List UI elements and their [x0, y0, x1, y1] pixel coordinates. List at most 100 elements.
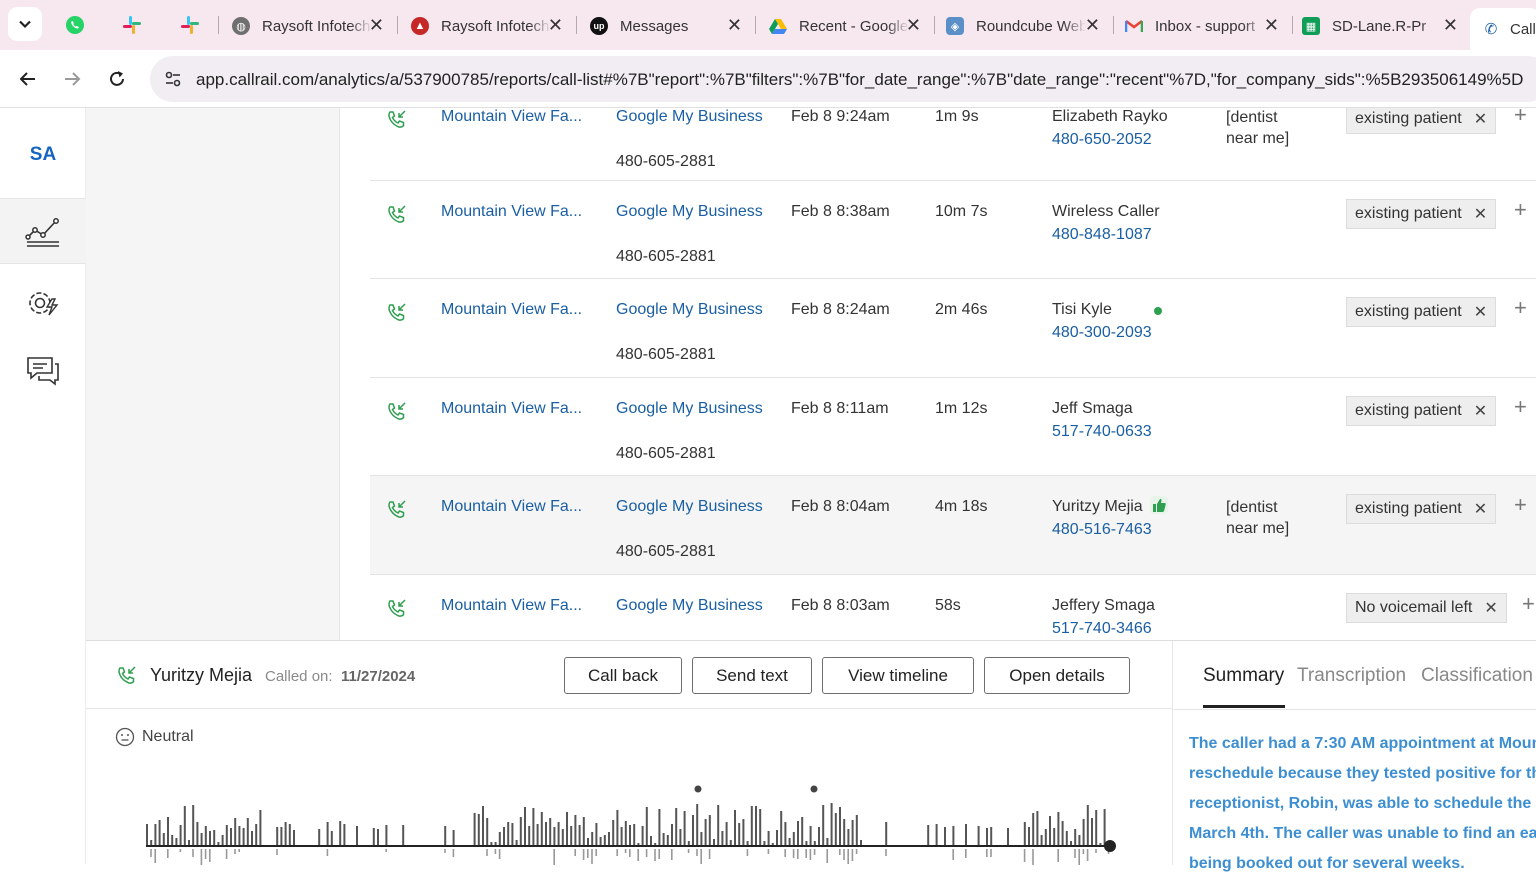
company-link[interactable]: Mountain View Fa...	[441, 498, 582, 516]
waveform-bar	[595, 849, 597, 856]
caller-phone-link[interactable]: 480-300-2093	[1052, 324, 1152, 342]
source-link[interactable]: Google My Business	[616, 498, 763, 516]
waveform-bar	[1057, 849, 1059, 862]
tag-chip[interactable]: existing patient ✕	[1346, 199, 1497, 229]
add-tag-icon[interactable]: +	[1514, 295, 1527, 321]
add-tag-icon[interactable]: +	[1514, 108, 1527, 128]
company-link[interactable]: Mountain View Fa...	[441, 400, 582, 418]
sidebar-item-analytics[interactable]	[0, 198, 86, 264]
open-details-button[interactable]: Open details	[984, 657, 1130, 694]
reload-button[interactable]	[102, 64, 132, 94]
browser-tab-callrail-active[interactable]: ✆ Call	[1470, 8, 1536, 50]
account-initials[interactable]: SA	[0, 144, 86, 166]
caller-phone-link[interactable]: 480-848-1087	[1052, 226, 1152, 244]
tracking-number: 480-605-2881	[616, 248, 716, 265]
source-link[interactable]: Google My Business	[616, 597, 763, 615]
browser-tab-roundcube[interactable]: ◈ Roundcube Webmail ✕	[936, 8, 1112, 44]
tag-chip[interactable]: existing patient ✕	[1346, 108, 1497, 134]
tab-summary[interactable]: Summary	[1203, 665, 1284, 687]
close-tab-icon[interactable]: ✕	[727, 15, 742, 36]
company-link[interactable]: Mountain View Fa...	[441, 108, 582, 126]
close-tab-icon[interactable]: ✕	[1443, 15, 1458, 36]
waveform-marker[interactable]	[694, 785, 702, 793]
table-row[interactable]: Mountain View Fa... Google My Business Feb…	[370, 575, 1536, 640]
browser-tab-raysoft-2[interactable]: ▲ Raysoft Infotech ✕	[399, 8, 575, 44]
table-row[interactable]: Mountain View Fa... Google My Business 480…	[370, 181, 1536, 279]
source-link[interactable]: Google My Business	[616, 203, 763, 221]
caller-phone-link[interactable]: 517-740-0633	[1052, 423, 1152, 441]
waveform-bar	[834, 813, 837, 845]
close-tab-icon[interactable]: ✕	[906, 15, 921, 36]
waveform-bar	[284, 822, 287, 845]
close-tab-icon[interactable]: ✕	[369, 15, 384, 36]
sidebar-item-conversations[interactable]	[0, 338, 86, 404]
source-link[interactable]: Google My Business	[616, 400, 763, 418]
waveform-marker[interactable]	[810, 785, 818, 793]
add-tag-icon[interactable]: +	[1514, 492, 1527, 518]
company-link[interactable]: Mountain View Fa...	[441, 597, 582, 615]
browser-tab-google-drive[interactable]: Recent - Google Drive ✕	[757, 8, 933, 44]
remove-tag-icon[interactable]: ✕	[1474, 302, 1487, 322]
waveform-bar	[616, 810, 619, 845]
inbound-call-icon	[386, 302, 408, 324]
add-tag-icon[interactable]: +	[1522, 591, 1535, 617]
sidebar-item-settings[interactable]	[0, 270, 86, 336]
browser-tab-sheets[interactable]: ▦ SD-Lane.R-Pr ✕	[1294, 8, 1470, 44]
company-link[interactable]: Mountain View Fa...	[441, 301, 582, 319]
tab-search-button[interactable]	[8, 7, 42, 41]
source-link[interactable]: Google My Business	[616, 108, 763, 126]
waveform-bar	[1032, 813, 1035, 845]
address-bar[interactable]: app.callrail.com/analytics/a/537900785/r…	[150, 56, 1536, 102]
tab-transcription[interactable]: Transcription	[1297, 665, 1406, 687]
company-link[interactable]: Mountain View Fa...	[441, 203, 582, 221]
remove-tag-icon[interactable]: ✕	[1484, 598, 1497, 618]
call-audio-waveform[interactable]	[142, 781, 1122, 865]
caller-phone-link[interactable]: 480-650-2052	[1052, 131, 1152, 149]
called-on-label: Called on:	[265, 668, 333, 685]
waveform-bar	[578, 825, 581, 845]
source-link[interactable]: Google My Business	[616, 301, 763, 319]
tag-chip[interactable]: existing patient ✕	[1346, 297, 1497, 327]
browser-tab-raysoft-1[interactable]: ◍ Raysoft Infotech ✕	[220, 8, 396, 44]
site-settings-icon[interactable]	[164, 70, 182, 88]
close-tab-icon[interactable]: ✕	[1085, 15, 1100, 36]
table-row[interactable]: Mountain View Fa... Google My Business 480…	[370, 279, 1536, 378]
caller-phone-link[interactable]: 517-740-3466	[1052, 620, 1152, 638]
forward-button[interactable]	[57, 64, 87, 94]
tab-classification[interactable]: Classification	[1421, 665, 1533, 687]
call-back-button[interactable]: Call back	[564, 657, 682, 694]
remove-tag-icon[interactable]: ✕	[1474, 401, 1487, 421]
tag-chip[interactable]: No voicemail left ✕	[1346, 593, 1507, 623]
add-tag-icon[interactable]: +	[1514, 197, 1527, 223]
inbound-call-icon	[386, 499, 408, 521]
remove-tag-icon[interactable]: ✕	[1474, 109, 1487, 129]
waveform-bar	[851, 820, 854, 845]
tab-title: Messages	[620, 17, 689, 35]
browser-tab-messages[interactable]: up Messages ✕	[578, 8, 754, 44]
pinned-tab-whatsapp[interactable]	[46, 0, 104, 50]
table-row[interactable]: Mountain View Fa... Google My Business 480…	[370, 476, 1536, 575]
waveform-bar	[200, 833, 203, 845]
close-tab-icon[interactable]: ✕	[1264, 15, 1279, 36]
pinned-tab-slack-2[interactable]	[161, 0, 219, 50]
table-row[interactable]: Mountain View Fa... Google My Business 480…	[370, 108, 1536, 181]
url-text[interactable]: app.callrail.com/analytics/a/537900785/r…	[196, 70, 1523, 90]
back-button[interactable]	[13, 64, 43, 94]
waveform-bar	[725, 822, 728, 845]
table-row[interactable]: Mountain View Fa... Google My Business 480…	[370, 378, 1536, 476]
waveform-bar	[784, 849, 786, 857]
close-tab-icon[interactable]: ✕	[548, 15, 563, 36]
pinned-tab-slack-1[interactable]	[103, 0, 161, 50]
remove-tag-icon[interactable]: ✕	[1474, 499, 1487, 519]
callrail-icon: ✆	[1484, 21, 1498, 38]
view-timeline-button[interactable]: View timeline	[822, 657, 974, 694]
tag-chip[interactable]: existing patient ✕	[1346, 494, 1497, 524]
send-text-button[interactable]: Send text	[692, 657, 812, 694]
caller-phone-link[interactable]: 480-516-7463	[1052, 521, 1152, 539]
playhead-handle[interactable]	[1104, 840, 1116, 852]
call-list-table: Mountain View Fa... Google My Business 480…	[340, 108, 1536, 640]
add-tag-icon[interactable]: +	[1514, 394, 1527, 420]
tag-chip[interactable]: existing patient ✕	[1346, 396, 1497, 426]
browser-tab-gmail[interactable]: Inbox - support ✕	[1115, 8, 1291, 44]
remove-tag-icon[interactable]: ✕	[1474, 204, 1487, 224]
